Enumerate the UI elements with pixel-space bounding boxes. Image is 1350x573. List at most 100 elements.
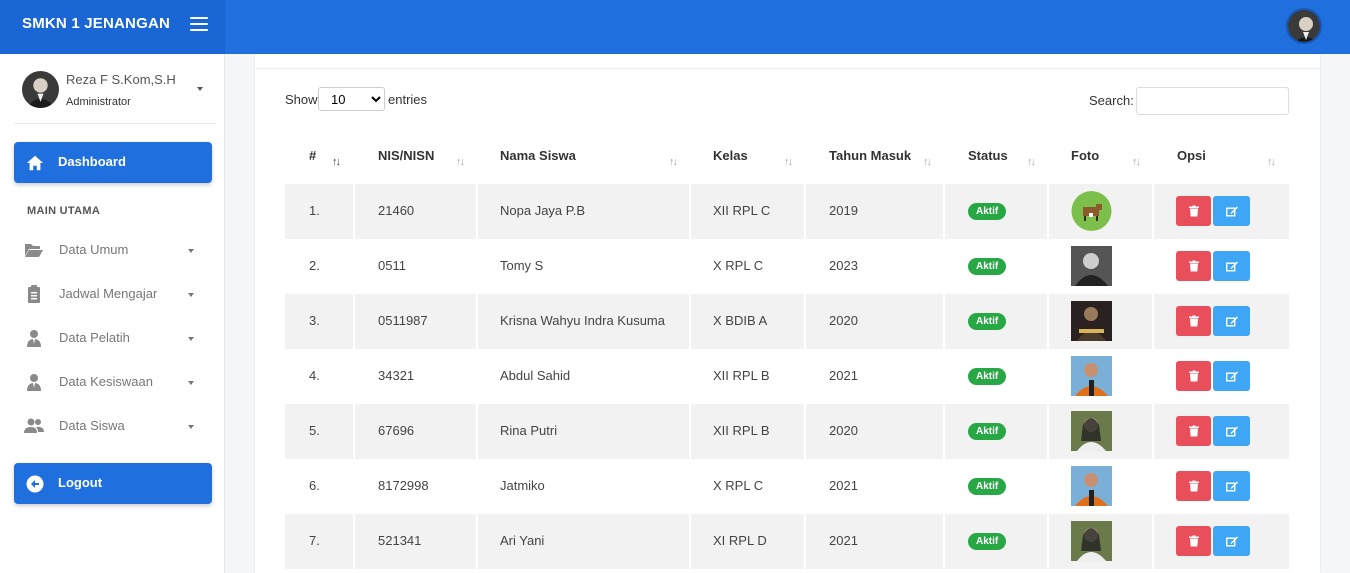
- delete-button[interactable]: [1176, 251, 1211, 281]
- content-card: Show 10 entries Search: # ↑↓ NIS/NISN ↑↓…: [255, 54, 1320, 573]
- cell-tahun: 2020: [829, 313, 858, 328]
- user-panel[interactable]: Reza F S.Kom,S.H Administrator: [0, 54, 225, 124]
- column-divider: [689, 294, 691, 349]
- column-header[interactable]: NIS/NISN: [378, 148, 434, 163]
- entries-select[interactable]: 10: [318, 87, 385, 111]
- user-role: Administrator: [66, 96, 131, 108]
- column-divider: [1047, 514, 1049, 569]
- status-badge: Aktif: [968, 368, 1007, 385]
- edit-button[interactable]: [1213, 196, 1250, 226]
- cell-kelas: XI RPL D: [713, 533, 767, 548]
- edit-button[interactable]: [1213, 361, 1250, 391]
- column-divider: [476, 404, 478, 459]
- column-header[interactable]: Foto: [1071, 148, 1099, 163]
- cell-nama: Abdul Sahid: [500, 368, 571, 383]
- table-row: 5. 67696 Rina Putri XII RPL B 2020 Aktif: [285, 404, 1289, 459]
- delete-button[interactable]: [1176, 361, 1211, 391]
- column-header[interactable]: #: [309, 148, 316, 163]
- delete-button[interactable]: [1176, 196, 1211, 226]
- edit-button[interactable]: [1213, 526, 1250, 556]
- delete-button[interactable]: [1176, 306, 1211, 336]
- cell-nis: 34321: [378, 368, 415, 383]
- column-divider: [476, 514, 478, 569]
- student-photo: [1071, 466, 1112, 506]
- status-badge: Aktif: [968, 478, 1007, 495]
- cell-nis: 8172998: [378, 478, 429, 493]
- column-header[interactable]: Tahun Masuk: [829, 148, 911, 163]
- users-icon: [24, 418, 44, 433]
- cell-no: 7.: [309, 533, 320, 548]
- edit-button[interactable]: [1213, 416, 1250, 446]
- delete-button[interactable]: [1176, 416, 1211, 446]
- column-divider: [689, 514, 691, 569]
- sort-icon[interactable]: ↑↓: [332, 156, 341, 168]
- show-label: Show: [285, 92, 318, 107]
- column-divider: [804, 459, 806, 514]
- column-divider: [1152, 514, 1154, 569]
- column-divider: [943, 404, 945, 459]
- cell-tahun: 2021: [829, 368, 858, 383]
- column-header[interactable]: Kelas: [713, 148, 748, 163]
- column-divider: [1047, 294, 1049, 349]
- search-input[interactable]: [1136, 87, 1289, 115]
- hamburger-menu-icon[interactable]: [190, 17, 208, 31]
- delete-button[interactable]: [1176, 526, 1211, 556]
- sidebar-item-data-umum[interactable]: Data Umum: [14, 230, 212, 270]
- cell-kelas: XII RPL B: [713, 368, 770, 383]
- top-user-avatar[interactable]: [1286, 8, 1322, 44]
- student-photo: [1071, 356, 1112, 396]
- column-divider: [476, 184, 478, 239]
- column-divider: [943, 239, 945, 294]
- cell-nama: Ari Yani: [500, 533, 545, 548]
- cell-nis: 67696: [378, 423, 415, 438]
- column-divider: [689, 239, 691, 294]
- sidebar-item-data-siswa[interactable]: Data Siswa: [14, 406, 212, 446]
- cell-no: 1.: [309, 203, 320, 218]
- sort-icon[interactable]: ↑↓: [1267, 156, 1276, 168]
- column-divider: [689, 404, 691, 459]
- column-header[interactable]: Opsi: [1177, 148, 1206, 163]
- column-divider: [1047, 459, 1049, 514]
- logout-label: Logout: [58, 475, 103, 490]
- edit-button[interactable]: [1213, 306, 1250, 336]
- column-divider: [353, 404, 355, 459]
- column-divider: [353, 239, 355, 294]
- delete-button[interactable]: [1176, 471, 1211, 501]
- cell-nis: 0511: [378, 258, 406, 273]
- sidebar-item-jadwal-mengajar[interactable]: Jadwal Mengajar: [14, 274, 212, 314]
- column-divider: [804, 239, 806, 294]
- column-divider: [353, 294, 355, 349]
- brand-title[interactable]: SMKN 1 JENANGAN: [22, 15, 170, 32]
- edit-button[interactable]: [1213, 251, 1250, 281]
- sort-icon[interactable]: ↑↓: [1132, 156, 1141, 168]
- nav-dashboard-button[interactable]: Dashboard: [14, 142, 212, 183]
- status-badge: Aktif: [968, 258, 1007, 275]
- column-divider: [353, 349, 355, 404]
- cell-no: 5.: [309, 423, 320, 438]
- column-header[interactable]: Nama Siswa: [500, 148, 576, 163]
- cell-nis: 21460: [378, 203, 415, 218]
- column-header[interactable]: Status: [968, 148, 1008, 163]
- cell-nis: 521341: [378, 533, 422, 548]
- sidebar-item-data-kesiswaan[interactable]: Data Kesiswaan: [14, 362, 212, 402]
- caret-down-icon: [188, 381, 194, 385]
- column-divider: [353, 459, 355, 514]
- sort-icon[interactable]: ↑↓: [923, 156, 932, 168]
- cell-no: 4.: [309, 368, 320, 383]
- column-divider: [943, 184, 945, 239]
- sort-icon[interactable]: ↑↓: [456, 156, 465, 168]
- sidebar-item-label: Data Siswa: [59, 418, 125, 433]
- cell-nama: Rina Putri: [500, 423, 558, 438]
- sort-icon[interactable]: ↑↓: [784, 156, 793, 168]
- sort-icon[interactable]: ↑↓: [1027, 156, 1036, 168]
- cell-kelas: XII RPL C: [713, 203, 771, 218]
- sort-icon[interactable]: ↑↓: [669, 156, 678, 168]
- caret-down-icon[interactable]: [197, 87, 203, 91]
- logout-button[interactable]: Logout: [14, 463, 212, 504]
- status-badge: Aktif: [968, 533, 1007, 550]
- caret-down-icon: [188, 293, 194, 297]
- edit-button[interactable]: [1213, 471, 1250, 501]
- column-divider: [1152, 294, 1154, 349]
- sidebar-item-data-pelatih[interactable]: Data Pelatih: [14, 318, 212, 358]
- divider: [14, 123, 216, 124]
